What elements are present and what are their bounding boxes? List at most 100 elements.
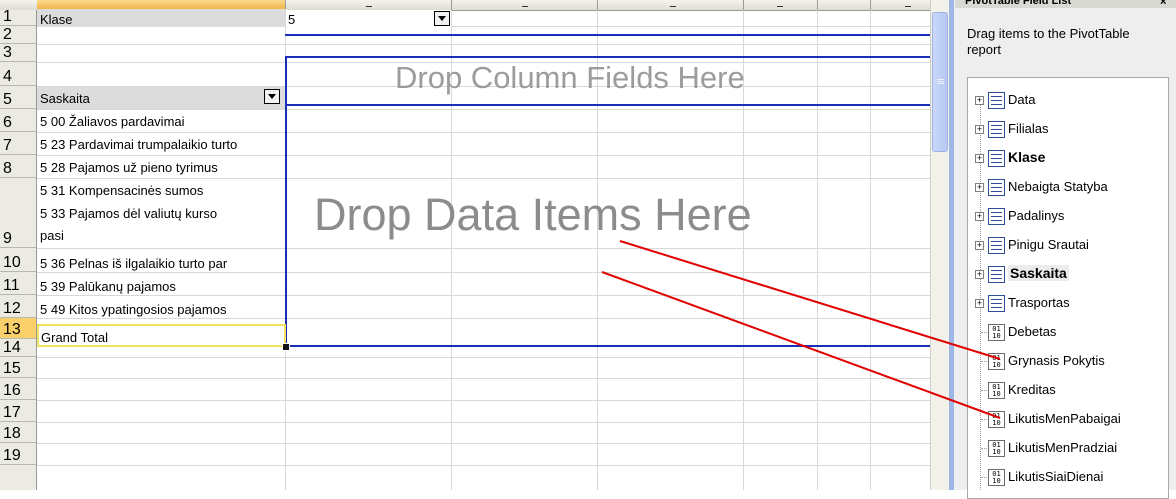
field-list[interactable]: + Data + Filialas + Klase + Nebaigta Sta…	[967, 77, 1169, 499]
row-item[interactable]: 5 31 Kompensacinės sumos	[40, 183, 203, 198]
measure-field-icon: 01 10	[988, 324, 1005, 341]
row-number[interactable]: 8	[0, 155, 36, 178]
row-number[interactable]: 16	[0, 378, 36, 400]
field-item-klase[interactable]: + Klase	[968, 146, 1168, 170]
pivot-column-area-top-border	[285, 56, 930, 58]
row-number[interactable]: 15	[0, 357, 36, 378]
expand-icon[interactable]: +	[975, 241, 984, 250]
measure-field-icon: 01 10	[988, 411, 1005, 428]
field-label: LikutisMenPradziai	[1008, 440, 1118, 455]
row-number[interactable]: 6	[0, 109, 36, 132]
row-item[interactable]: 5 00 Žaliavos pardavimai	[40, 114, 185, 129]
field-label: Pinigu Srautai	[1008, 237, 1089, 252]
expand-icon[interactable]: +	[975, 183, 984, 192]
vertical-scrollbar[interactable]	[930, 0, 949, 490]
row-number[interactable]: 9	[0, 178, 36, 248]
field-item-likutismenpradziai[interactable]: 01 10 LikutisMenPradziai	[968, 436, 1168, 460]
row-field-dropdown-button[interactable]	[264, 89, 280, 104]
column-letter-mark	[670, 6, 676, 7]
dimension-field-icon	[988, 121, 1005, 138]
grid-line	[870, 10, 871, 490]
fill-handle[interactable]	[282, 343, 290, 351]
row-number[interactable]: 18	[0, 422, 36, 443]
scroll-up-arrow-icon[interactable]	[932, 0, 948, 12]
grid-line	[37, 443, 930, 444]
row-item[interactable]: 5 39 Palūkanų pajamos	[40, 279, 176, 294]
column-header-b-selected[interactable]	[37, 0, 286, 9]
grid-line	[37, 109, 930, 110]
field-item-saskaita[interactable]: + Saskaita	[968, 262, 1168, 286]
row-number[interactable]: 5	[0, 86, 36, 109]
dimension-field-icon	[988, 179, 1005, 196]
page-field-dropdown-button[interactable]	[434, 11, 450, 26]
row-number[interactable]: 7	[0, 132, 36, 155]
pivot-field-list-pane[interactable]: PivotTable Field List × Drag items to th…	[949, 0, 1176, 499]
field-item-pinigu-srautai[interactable]: + Pinigu Srautai	[968, 233, 1168, 257]
scrollbar-thumb[interactable]	[932, 12, 948, 152]
row-number-active[interactable]: 13	[0, 318, 36, 339]
grid-line	[37, 272, 930, 273]
expand-icon[interactable]: +	[975, 96, 984, 105]
column-letter-mark	[905, 6, 911, 7]
grand-total-cell[interactable]: Grand Total	[37, 324, 286, 347]
field-item-grynasis-pokytis[interactable]: 01 10 Grynasis Pokytis	[968, 349, 1168, 373]
row-item[interactable]: 5 36 Pelnas iš ilgalaikio turto par	[40, 256, 227, 271]
field-item-nebaigta-statyba[interactable]: + Nebaigta Statyba	[968, 175, 1168, 199]
field-item-padalinys[interactable]: + Padalinys	[968, 204, 1168, 228]
dimension-field-icon	[988, 295, 1005, 312]
drop-column-fields-zone[interactable]: Drop Column Fields Here	[395, 60, 745, 96]
field-label: Debetas	[1008, 324, 1057, 339]
expand-icon[interactable]: +	[975, 270, 984, 279]
field-item-filialas[interactable]: + Filialas	[968, 117, 1168, 141]
row-number[interactable]: 10	[0, 248, 36, 272]
close-icon[interactable]: ×	[1160, 0, 1166, 8]
row-header-column[interactable]: 1 2 3 4 5 6 7 8 9 10 11 12 13 14 15 16 1…	[0, 8, 37, 490]
field-label: Padalinys	[1008, 208, 1065, 223]
grid-line	[37, 318, 930, 319]
field-item-trasportas[interactable]: + Trasportas	[968, 291, 1168, 315]
dimension-field-icon	[988, 150, 1005, 167]
column-letter-mark	[522, 6, 528, 7]
grid-line	[37, 44, 930, 45]
grid-line	[37, 155, 930, 156]
row-item[interactable]: 5 49 Kitos ypatingosios pajamos	[40, 302, 226, 317]
page-field-value-cell[interactable]	[286, 10, 451, 27]
field-item-debetas[interactable]: 01 10 Debetas	[968, 320, 1168, 344]
row-item[interactable]: 5 23 Pardavimai trumpalaikio turto	[40, 137, 237, 152]
column-letter-mark	[366, 6, 372, 7]
field-label: Grynasis Pokytis	[1008, 353, 1105, 368]
row-number[interactable]: 11	[0, 272, 36, 295]
expand-icon[interactable]: +	[975, 299, 984, 308]
row-number[interactable]: 14	[0, 339, 36, 357]
expand-icon[interactable]: +	[975, 154, 984, 163]
field-item-kreditas[interactable]: 01 10 Kreditas	[968, 378, 1168, 402]
row-number[interactable]: 12	[0, 295, 36, 318]
measure-field-icon: 01 10	[988, 440, 1005, 457]
column-separator	[451, 0, 452, 10]
expand-icon[interactable]: +	[975, 125, 984, 134]
row-number[interactable]: 17	[0, 400, 36, 422]
field-item-likutismenpabaigai[interactable]: 01 10 LikutisMenPabaigai	[968, 407, 1168, 431]
dimension-field-icon	[988, 266, 1005, 283]
page-field-label-cell[interactable]	[37, 10, 285, 27]
row-number[interactable]: 19	[0, 443, 36, 465]
row-number[interactable]: 1	[0, 8, 36, 26]
field-item-data[interactable]: + Data	[968, 88, 1168, 112]
row-item[interactable]: 5 28 Pajamos už pieno tyrimus	[40, 160, 218, 175]
row-number[interactable]: 2	[0, 26, 36, 44]
grip-line	[937, 81, 944, 82]
pivot-data-area-bottom-border	[285, 345, 930, 347]
field-label-in-use: Klase	[1008, 149, 1046, 165]
row-number[interactable]: 3	[0, 44, 36, 62]
spreadsheet-area[interactable]: 1 2 3 4 5 6 7 8 9 10 11 12 13 14 15 16 1…	[0, 0, 930, 490]
row-number[interactable]: 4	[0, 62, 36, 86]
page-field-value: 5	[288, 12, 296, 27]
field-item-likutissiaidienai[interactable]: 01 10 LikutisSiaiDienai	[968, 465, 1168, 489]
column-letter-mark	[777, 6, 783, 7]
row-item-wrap[interactable]: pasi	[40, 228, 64, 243]
field-label: LikutisMenPabaigai	[1008, 411, 1121, 426]
expand-icon[interactable]: +	[975, 212, 984, 221]
row-item[interactable]: 5 33 Pajamos dėl valiutų kurso	[40, 206, 217, 221]
drop-data-items-zone[interactable]: Drop Data Items Here	[314, 189, 752, 241]
column-separator	[597, 0, 598, 10]
